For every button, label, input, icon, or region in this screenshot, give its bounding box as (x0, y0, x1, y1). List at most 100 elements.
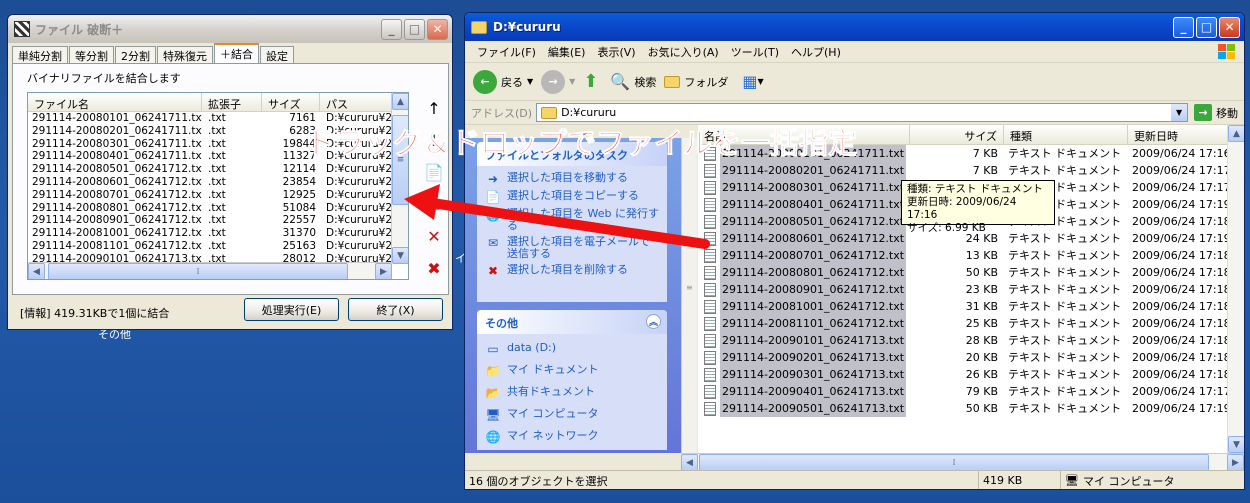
menu-help[interactable]: ヘルプ(H) (785, 44, 847, 60)
file-list-view[interactable]: 名前 サイズ 種類 更新日時 291114-20080101_06241711.… (698, 125, 1244, 453)
other-place-item[interactable]: ▭ data (D:) (477, 340, 667, 362)
tab-join[interactable]: ＋結合 (214, 43, 259, 63)
minimize-button[interactable]: _ (381, 18, 402, 40)
file-row[interactable]: 291114-20080901_06241712.txt 23 KB テキスト ドキ… (698, 281, 1244, 298)
explorer-titlebar[interactable]: D:¥cururu _ □ ✕ (465, 13, 1244, 41)
file-name: 291114-20080201_06241711.txt (720, 162, 907, 179)
other-place-item[interactable]: 🖥 マイ コンピュータ (477, 406, 667, 428)
file-list-vscroll[interactable]: ▲ ▼ (1227, 125, 1244, 453)
pane-splitter[interactable]: ≡ (681, 138, 697, 453)
cell-type: テキスト ドキュメント (1008, 283, 1122, 296)
close-button[interactable]: ✕ (427, 18, 448, 40)
file-row[interactable]: 291114-20080701_06241712.txt 13 KB テキスト ドキ… (698, 247, 1244, 264)
tab-equal-split[interactable]: 等分割 (69, 46, 114, 63)
menu-bar: ファイル(F) 編集(E) 表示(V) お気に入り(A) ツール(T) ヘルプ(… (465, 41, 1244, 63)
list-horizontal-scrollbar[interactable]: ◀ ⁞ ▶ (28, 262, 392, 279)
list-vertical-scrollbar[interactable]: ▲ ≡ ▼ (391, 93, 408, 264)
table-row[interactable]: 291114-20081001_06241712.txt .txt 31370 D:¥… (28, 227, 408, 240)
list-view-icon[interactable]: ▤ (421, 188, 447, 220)
exit-button[interactable]: 終了(X) (348, 298, 443, 321)
remove-all-icon[interactable]: ✖ (421, 252, 447, 284)
scroll-down-button[interactable]: ▼ (392, 247, 408, 264)
hscroll-thumb[interactable]: ⁞ (48, 263, 348, 279)
maximize-button[interactable]: □ (1196, 16, 1217, 38)
cell-path: D:¥cururu¥29 (326, 175, 399, 188)
other-places-header[interactable]: その他 ︽ (477, 310, 667, 334)
file-row[interactable]: 291114-20090401_06241713.txt 79 KB テキスト ドキ… (698, 383, 1244, 400)
cell-extension: .txt (208, 175, 226, 188)
menu-file[interactable]: ファイル(F) (471, 44, 542, 60)
file-row[interactable]: 291114-20081101_06241712.txt 25 KB テキスト ドキ… (698, 315, 1244, 332)
scroll-left-button[interactable]: ◀ (681, 454, 698, 471)
tab-settings[interactable]: 設定 (260, 46, 294, 63)
task-item[interactable]: 🌐 選択した項目を Web に発行する (477, 206, 667, 234)
file-row[interactable]: 291114-20080201_06241711.txt 7 KB テキスト ドキュ… (698, 162, 1244, 179)
file-row[interactable]: 291114-20080801_06241712.txt 50 KB テキスト ドキ… (698, 264, 1244, 281)
views-button[interactable]: ▦ ▼ (742, 72, 763, 91)
hscroll-thumb[interactable]: ⁞ (699, 454, 1209, 471)
table-row[interactable]: 291114-20080501_06241712.txt .txt 12114 D:¥… (28, 163, 408, 176)
up-folder-button[interactable]: ⬆ (583, 71, 598, 92)
tab-two-split[interactable]: 2分割 (115, 46, 156, 63)
col-size[interactable]: サイズ (910, 125, 1004, 144)
col-filename[interactable]: ファイル名 (28, 93, 202, 111)
file-tasks-list: ➜ 選択した項目を移動する 📄 選択した項目をコピーする 🌐 選択した項目を Web に発… (477, 166, 667, 280)
maximize-button[interactable]: □ (404, 18, 425, 40)
scroll-up-button[interactable]: ▲ (392, 93, 408, 110)
task-item[interactable]: ✖ 選択した項目を削除する (477, 262, 667, 280)
table-row[interactable]: 291114-20080801_06241712.txt .txt 51084 D:¥… (28, 202, 408, 215)
explorer-hscroll[interactable]: ◀ ⁞ ▶ (681, 453, 1244, 471)
cell-type: テキスト ドキュメント (1008, 164, 1122, 177)
cell-type: テキスト ドキュメント (1008, 249, 1122, 262)
task-item[interactable]: ➜ 選択した項目を移動する (477, 170, 667, 188)
table-row[interactable]: 291114-20080701_06241712.txt .txt 12925 D:¥… (28, 189, 408, 202)
chevron-down-icon[interactable]: ▼ (1171, 104, 1188, 121)
cell-path: D:¥cururu¥29 (326, 188, 399, 201)
col-path[interactable]: パス (320, 93, 400, 111)
scroll-up-button[interactable]: ▲ (1228, 125, 1244, 142)
other-place-item[interactable]: 📂 共有ドキュメント (477, 384, 667, 406)
chevron-down-icon[interactable]: ▼ (527, 77, 533, 86)
menu-edit[interactable]: 編集(E) (542, 44, 592, 60)
run-button[interactable]: 処理実行(E) (244, 298, 339, 321)
col-type[interactable]: 種類 (1004, 125, 1128, 144)
table-row[interactable]: 291114-20081101_06241712.txt .txt 25163 D:¥… (28, 240, 408, 253)
table-row[interactable]: 291114-20080901_06241712.txt .txt 22557 D:¥… (28, 214, 408, 227)
close-button[interactable]: ✕ (1219, 16, 1240, 38)
collapse-icon[interactable]: ︽ (646, 314, 661, 329)
other-place-item[interactable]: 📁 マイ ドキュメント (477, 362, 667, 384)
col-size[interactable]: サイズ (262, 93, 320, 111)
go-button[interactable]: → 移動 (1194, 104, 1238, 121)
remove-icon[interactable]: ✕ (421, 220, 447, 252)
task-item[interactable]: 📄 選択した項目をコピーする (477, 188, 667, 206)
tab-special-restore[interactable]: 特殊復元 (157, 46, 213, 63)
cell-path: D:¥cururu¥29 (326, 239, 399, 252)
other-place-item[interactable]: 🌐 マイ ネットワーク (477, 428, 667, 450)
minimize-button[interactable]: _ (1173, 16, 1194, 38)
table-row[interactable]: 291114-20080601_06241712.txt .txt 23854 D:¥… (28, 176, 408, 189)
task-item[interactable]: ✉ 選択した項目を電子メールで送信する (477, 234, 667, 262)
scroll-down-button[interactable]: ▼ (1228, 436, 1244, 453)
menu-favorites[interactable]: お気に入り(A) (642, 44, 725, 60)
col-modified[interactable]: 更新日時 (1128, 125, 1238, 144)
search-button[interactable]: 🔍 検索 (610, 72, 656, 91)
menu-tools[interactable]: ツール(T) (725, 44, 785, 60)
file-row[interactable]: 291114-20090301_06241713.txt 26 KB テキスト ドキ… (698, 366, 1244, 383)
cell-name: 291114-20090401_06241713.txt (698, 383, 910, 400)
scroll-right-button[interactable]: ▶ (375, 263, 392, 279)
file-row[interactable]: 291114-20081001_06241712.txt 31 KB テキスト ドキ… (698, 298, 1244, 315)
forward-button[interactable]: → ▼ (541, 69, 575, 94)
chevron-down-icon[interactable]: ▼ (569, 77, 575, 86)
scroll-right-button[interactable]: ▶ (1227, 454, 1244, 471)
menu-view[interactable]: 表示(V) (591, 44, 641, 60)
folders-button[interactable]: フォルダ (664, 74, 728, 90)
tab-simple-split[interactable]: 単純分割 (12, 46, 68, 63)
app-titlebar[interactable]: ファイル 破断＋ _ □ ✕ (8, 15, 452, 43)
file-row[interactable]: 291114-20090501_06241713.txt 50 KB テキスト ドキ… (698, 400, 1244, 417)
cell-path: D:¥cururu¥29 (326, 227, 399, 240)
back-button[interactable]: ← 戻る ▼ (473, 69, 533, 94)
scroll-left-button[interactable]: ◀ (28, 263, 45, 279)
col-extension[interactable]: 拡張子 (202, 93, 262, 111)
file-row[interactable]: 291114-20090201_06241713.txt 20 KB テキスト ドキ… (698, 349, 1244, 366)
file-row[interactable]: 291114-20090101_06241713.txt 28 KB テキスト ドキ… (698, 332, 1244, 349)
